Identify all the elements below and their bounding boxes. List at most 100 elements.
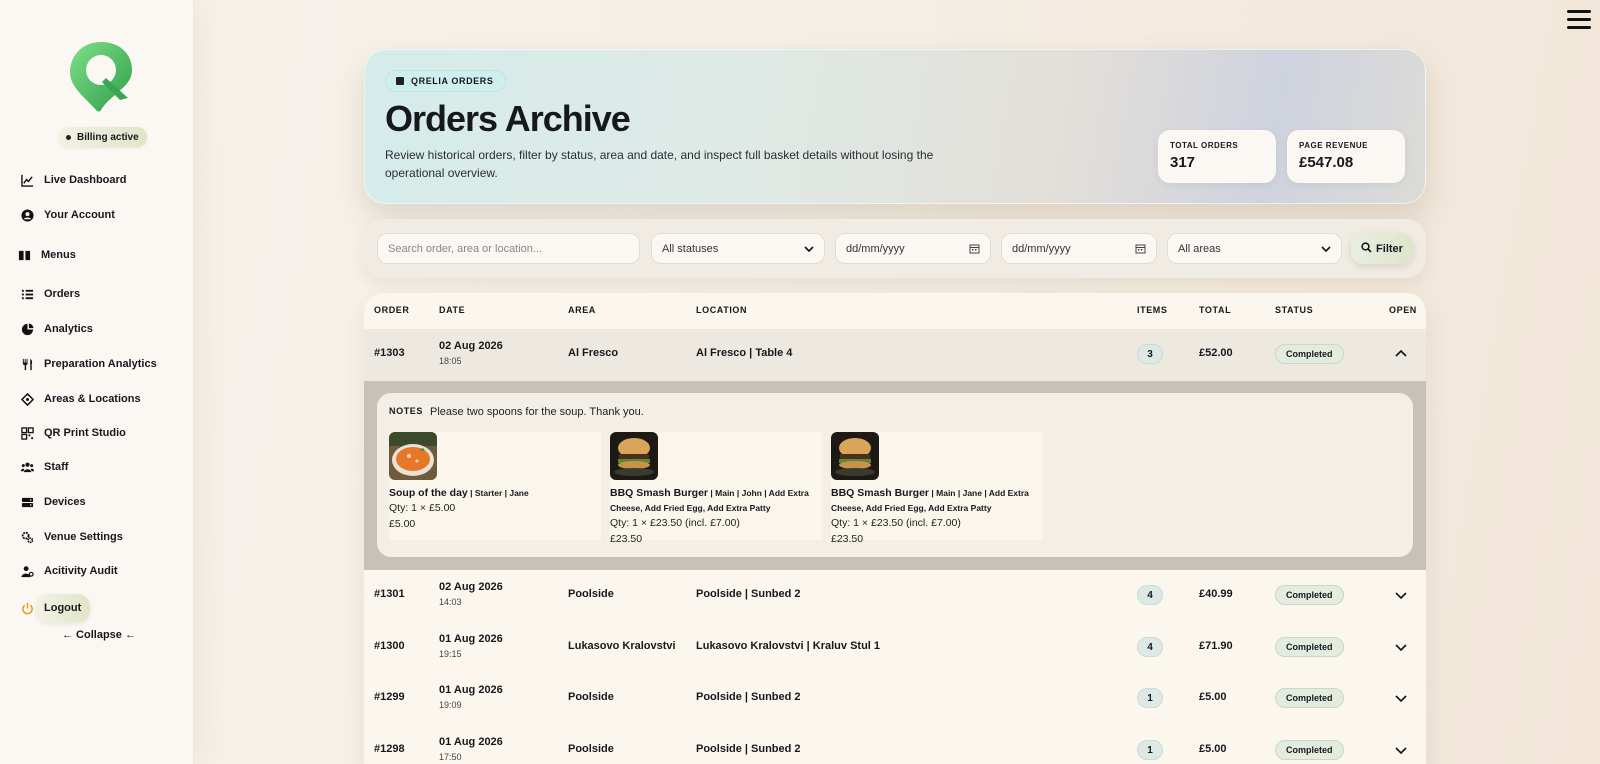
sidebar-item-preparation-analytics[interactable]: Preparation Analytics bbox=[20, 352, 157, 376]
basket-item-name: Soup of the day | Starter | Jane bbox=[389, 487, 529, 499]
table-row[interactable]: #1298 01 Aug 2026 17:50 Poolside Poolsid… bbox=[364, 725, 1426, 764]
status-dot-icon bbox=[66, 134, 71, 140]
archive-box-icon bbox=[396, 77, 404, 85]
table-row[interactable]: #1300 01 Aug 2026 19:15 Lukasovo Kralovs… bbox=[364, 622, 1426, 674]
sidebar-item-orders[interactable]: Orders bbox=[20, 282, 80, 306]
order-date: 01 Aug 2026 bbox=[439, 633, 503, 645]
section-badge-label: QRELIA ORDERS bbox=[411, 76, 494, 86]
calendar-icon[interactable] bbox=[969, 243, 980, 254]
stat-value: £547.08 bbox=[1299, 154, 1354, 171]
collapse-sidebar-button[interactable]: ← Collapse ← bbox=[62, 629, 136, 641]
column-header-items: ITEMS bbox=[1137, 305, 1168, 315]
sidebar-item-label: Orders bbox=[44, 288, 81, 300]
basket-item-name: BBQ Smash Burger | Main | Jane | Add Ext… bbox=[831, 487, 1029, 513]
search-input[interactable]: Search order, area or location... bbox=[377, 233, 640, 264]
sidebar-item-analytics[interactable]: Analytics bbox=[20, 317, 93, 341]
notes-label: NOTES bbox=[389, 406, 424, 416]
orders-archive-hero: QRELIA ORDERS Orders Archive Review hist… bbox=[364, 49, 1426, 204]
order-id: #1300 bbox=[374, 640, 405, 652]
order-date: 02 Aug 2026 bbox=[439, 581, 503, 593]
sidebar-item-qr-print-studio[interactable]: QR Print Studio bbox=[20, 421, 126, 445]
basket-item-qty: Qty: 1 × £5.00 bbox=[389, 502, 456, 514]
sidebar-item-venue-settings[interactable]: Venue Settings bbox=[20, 525, 123, 549]
status-select-value: All statuses bbox=[662, 242, 719, 255]
order-time: 14:03 bbox=[439, 597, 462, 607]
date-from-input[interactable]: dd/mm/yyyy bbox=[835, 233, 991, 264]
burger-image bbox=[831, 432, 879, 480]
chevron-down-icon bbox=[1321, 244, 1331, 254]
order-area: Poolside bbox=[568, 691, 614, 703]
basket-item-card: BBQ Smash Burger | Main | Jane | Add Ext… bbox=[831, 432, 1043, 545]
area-select-value: All areas bbox=[1178, 242, 1221, 255]
sidebar-item-staff[interactable]: Staff bbox=[20, 455, 68, 479]
order-detail-card: NOTES Please two spoons for the soup. Th… bbox=[377, 393, 1413, 557]
sidebar-item-label: Staff bbox=[44, 461, 69, 473]
table-header: ORDER DATE AREA LOCATION ITEMS TOTAL STA… bbox=[364, 293, 1426, 327]
basket-item-name: BBQ Smash Burger | Main | John | Add Ext… bbox=[610, 487, 809, 513]
status-badge: Completed bbox=[1275, 344, 1344, 364]
column-header-date: DATE bbox=[439, 305, 466, 315]
section-badge: QRELIA ORDERS bbox=[385, 70, 507, 92]
items-count-badge: 4 bbox=[1137, 637, 1163, 657]
qrelia-logo[interactable] bbox=[66, 38, 136, 114]
sidebar-item-activity-audit[interactable]: Acitivity Audit bbox=[20, 559, 118, 583]
power-icon bbox=[20, 601, 34, 615]
order-total: £52.00 bbox=[1199, 347, 1233, 359]
items-count-badge: 1 bbox=[1137, 740, 1163, 760]
sidebar-item-label: Acitivity Audit bbox=[44, 565, 118, 577]
items-count-badge: 4 bbox=[1137, 585, 1163, 605]
order-id: #1298 bbox=[374, 743, 405, 755]
chevron-down-icon[interactable] bbox=[1394, 640, 1410, 656]
stat-label: PAGE REVENUE bbox=[1299, 141, 1368, 150]
chevron-down-icon bbox=[804, 244, 814, 254]
notes-text: Please two spoons for the soup. Thank yo… bbox=[430, 406, 644, 418]
burger-image bbox=[610, 432, 658, 480]
filter-button[interactable]: Filter bbox=[1351, 233, 1413, 264]
sidebar-item-menus[interactable]: Menus bbox=[17, 243, 76, 267]
sidebar-item-label: Live Dashboard bbox=[44, 174, 127, 186]
user-circle-icon bbox=[20, 208, 34, 222]
sidebar-item-label: Devices bbox=[44, 496, 86, 508]
page-title: Orders Archive bbox=[385, 98, 631, 139]
orders-table: ORDER DATE AREA LOCATION ITEMS TOTAL STA… bbox=[364, 293, 1426, 764]
sidebar-item-live-dashboard[interactable]: Live Dashboard bbox=[20, 168, 127, 192]
soup-image bbox=[389, 432, 437, 480]
sidebar-item-areas-locations[interactable]: Areas & Locations bbox=[20, 387, 141, 411]
order-area: Poolside bbox=[568, 588, 614, 600]
pie-chart-icon bbox=[20, 322, 34, 336]
order-total: £71.90 bbox=[1199, 640, 1233, 652]
sidebar-item-label: Your Account bbox=[44, 209, 115, 221]
status-badge: Completed bbox=[1275, 637, 1344, 657]
order-date: 01 Aug 2026 bbox=[439, 736, 503, 748]
sidebar-item-label: Venue Settings bbox=[44, 531, 123, 543]
table-row[interactable]: #1303 02 Aug 2026 18:05 Al Fresco Al Fre… bbox=[364, 329, 1426, 381]
chevron-down-icon[interactable] bbox=[1394, 743, 1410, 759]
order-id: #1301 bbox=[374, 588, 405, 600]
table-row[interactable]: #1301 02 Aug 2026 14:03 Poolside Poolsid… bbox=[364, 570, 1426, 622]
sidebar-item-devices[interactable]: Devices bbox=[20, 490, 86, 514]
order-area: Lukasovo Kralovstvi bbox=[568, 640, 676, 652]
date-to-input[interactable]: dd/mm/yyyy bbox=[1001, 233, 1157, 264]
chevron-down-icon[interactable] bbox=[1394, 588, 1410, 604]
chevron-up-icon[interactable] bbox=[1394, 347, 1410, 363]
order-location: Al Fresco | Table 4 bbox=[696, 347, 793, 359]
status-select[interactable]: All statuses bbox=[651, 233, 825, 264]
order-id: #1299 bbox=[374, 691, 405, 703]
search-icon bbox=[1361, 241, 1372, 256]
sidebar-item-logout[interactable]: Logout bbox=[20, 596, 81, 620]
basket-item-price: £5.00 bbox=[389, 518, 416, 530]
sidebar-item-your-account[interactable]: Your Account bbox=[20, 203, 115, 227]
filter-bar: Search order, area or location... All st… bbox=[364, 219, 1426, 278]
order-location: Poolside | Sunbed 2 bbox=[696, 691, 801, 703]
order-area: Poolside bbox=[568, 743, 614, 755]
order-id: #1303 bbox=[374, 347, 405, 359]
status-badge: Completed bbox=[1275, 740, 1344, 760]
stat-label: TOTAL ORDERS bbox=[1170, 141, 1239, 150]
basket-item-card: Soup of the day | Starter | Jane Qty: 1 … bbox=[389, 432, 601, 540]
order-location: Lukasovo Kralovstvi | Kraluv Stul 1 bbox=[696, 640, 881, 652]
chevron-down-icon[interactable] bbox=[1394, 691, 1410, 707]
hamburger-menu-icon[interactable] bbox=[1567, 10, 1591, 30]
area-select[interactable]: All areas bbox=[1167, 233, 1342, 264]
calendar-icon[interactable] bbox=[1135, 243, 1146, 254]
table-row[interactable]: #1299 01 Aug 2026 19:09 Poolside Poolsid… bbox=[364, 673, 1426, 725]
